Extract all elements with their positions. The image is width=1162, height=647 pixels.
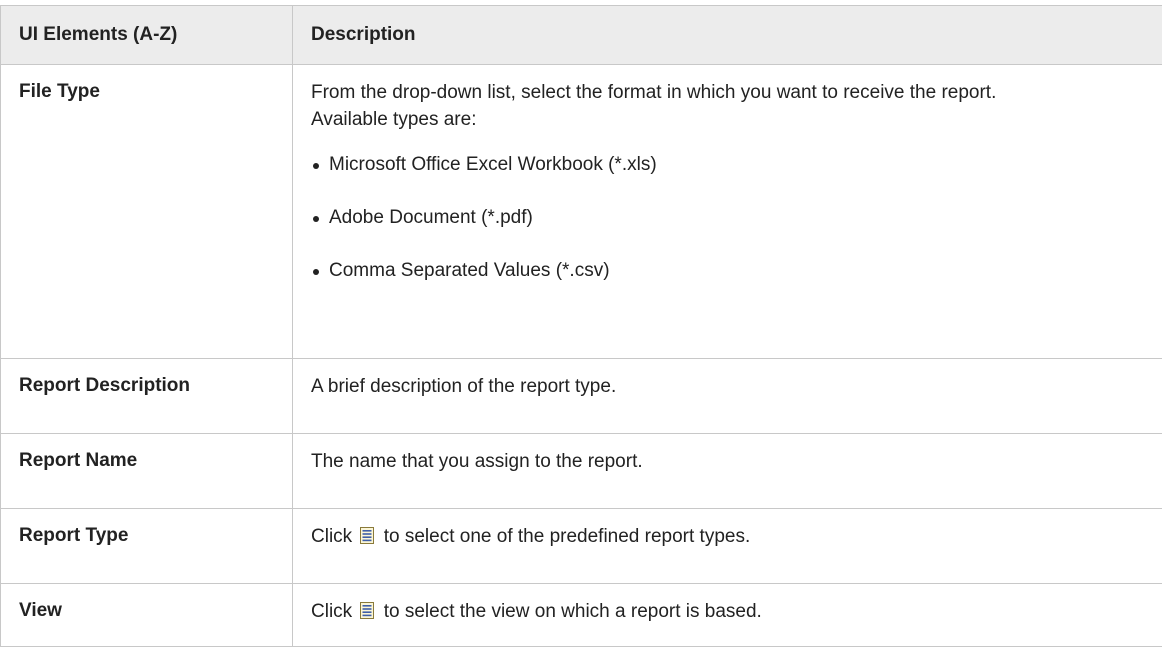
list-item: Comma Separated Values (*.csv) xyxy=(311,257,1160,284)
table-row: Report Description A brief description o… xyxy=(1,359,1162,434)
list-item: Microsoft Office Excel Workbook (*.xls) xyxy=(311,151,1160,178)
element-description: Click to select the view on which a repo… xyxy=(293,584,1162,647)
bullet-icon xyxy=(313,269,319,275)
bullet-icon xyxy=(313,216,319,222)
element-name: Report Name xyxy=(1,434,293,509)
element-description: The name that you assign to the report. xyxy=(293,434,1162,509)
ui-elements-table: UI Elements (A-Z) Description File Type … xyxy=(0,5,1162,647)
table-row: Report Name The name that you assign to … xyxy=(1,434,1162,509)
table-row: View Click to select the view on which a… xyxy=(1,584,1162,647)
element-description: From the drop-down list, select the form… xyxy=(293,65,1162,359)
element-name: File Type xyxy=(1,65,293,359)
description-text: From the drop-down list, select the form… xyxy=(311,79,1160,106)
element-description: Click to select one of the predefined re… xyxy=(293,509,1162,584)
file-type-list: Microsoft Office Excel Workbook (*.xls) … xyxy=(311,151,1160,284)
list-icon xyxy=(360,527,374,544)
element-name: Report Description xyxy=(1,359,293,434)
column-header-ui-elements: UI Elements (A-Z) xyxy=(1,6,293,65)
bullet-icon xyxy=(313,163,319,169)
description-post: to select one of the predefined report t… xyxy=(384,526,751,547)
description-pre: Click xyxy=(311,526,352,547)
table-header-row: UI Elements (A-Z) Description xyxy=(1,6,1162,65)
column-header-description: Description xyxy=(293,6,1162,65)
table-row: Report Type Click to select one of the p… xyxy=(1,509,1162,584)
element-name: Report Type xyxy=(1,509,293,584)
description-extra: Available types are: xyxy=(311,106,1160,133)
list-icon xyxy=(360,602,374,619)
list-item-text: Microsoft Office Excel Workbook (*.xls) xyxy=(329,154,657,175)
list-item-text: Adobe Document (*.pdf) xyxy=(329,207,533,228)
list-item-text: Comma Separated Values (*.csv) xyxy=(329,260,610,281)
element-description: A brief description of the report type. xyxy=(293,359,1162,434)
description-post: to select the view on which a report is … xyxy=(384,601,762,622)
list-item: Adobe Document (*.pdf) xyxy=(311,204,1160,231)
table-row: File Type From the drop-down list, selec… xyxy=(1,65,1162,359)
element-name: View xyxy=(1,584,293,647)
description-pre: Click xyxy=(311,601,352,622)
